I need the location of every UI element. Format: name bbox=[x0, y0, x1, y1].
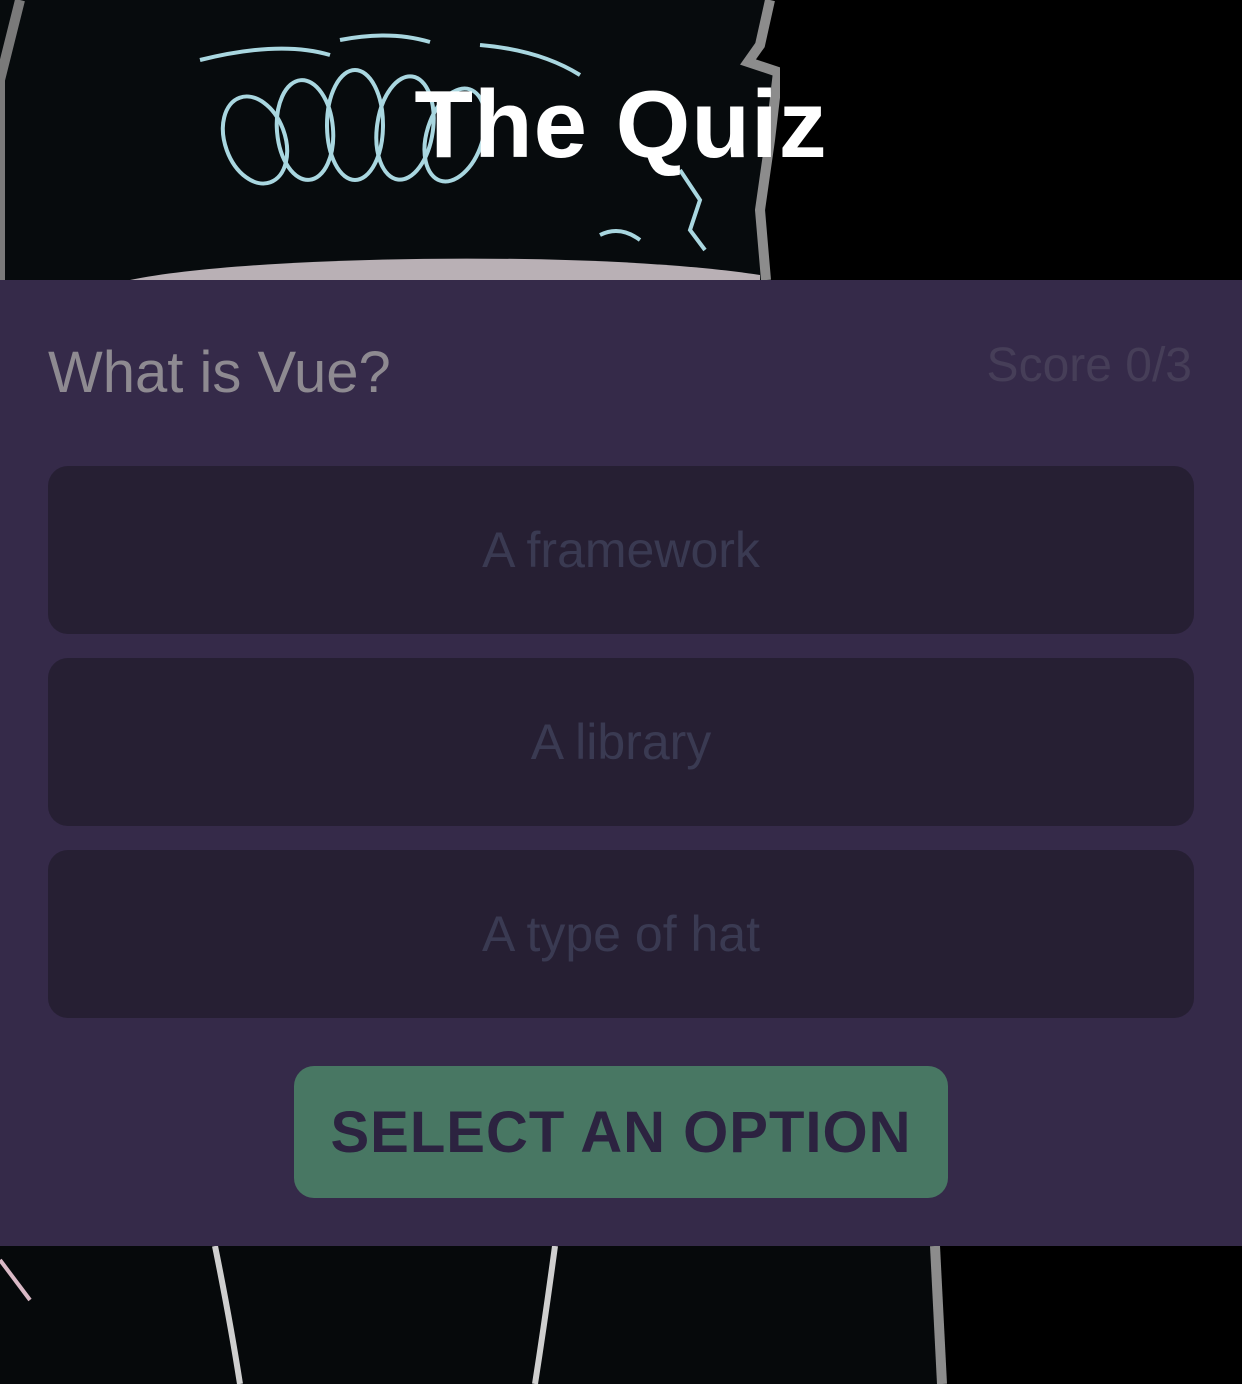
page-title: The Quiz bbox=[414, 71, 828, 178]
score-label: Score 0/3 bbox=[986, 339, 1192, 392]
option-button-library[interactable]: A library bbox=[48, 658, 1194, 826]
submit-button[interactable]: SELECT AN OPTION bbox=[294, 1066, 948, 1198]
question-text: What is Vue? bbox=[48, 340, 391, 405]
option-button-hat[interactable]: A type of hat bbox=[48, 850, 1194, 1018]
option-button-framework[interactable]: A framework bbox=[48, 466, 1194, 634]
